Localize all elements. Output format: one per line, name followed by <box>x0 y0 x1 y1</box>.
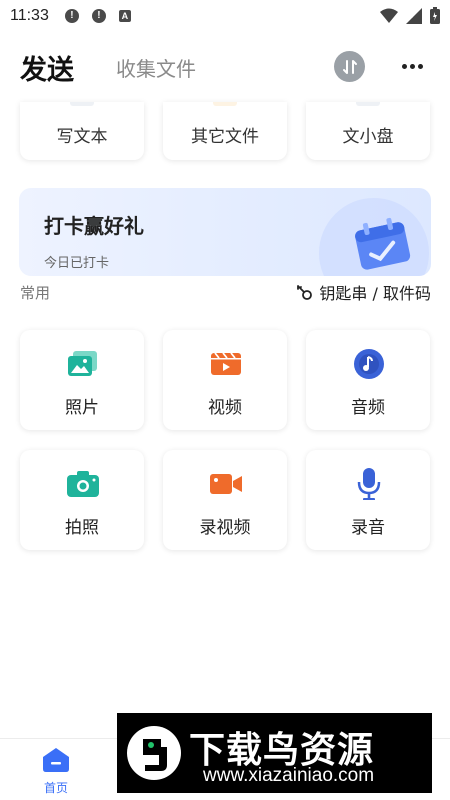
transfer-sort-icon <box>342 59 357 74</box>
banner-title: 打卡赢好礼 <box>44 214 144 238</box>
wifi-icon <box>380 8 398 23</box>
video-icon <box>210 348 242 380</box>
nav-home[interactable]: 首页 <box>36 747 76 796</box>
signal-icon: x <box>406 7 422 24</box>
watermark-bird-logo <box>127 726 181 780</box>
music-note-icon <box>353 348 385 380</box>
banner-subtitle: 今日已打卡 <box>44 256 110 271</box>
calendar-check-icon <box>355 217 411 270</box>
audio-card[interactable]: 音频 <box>306 330 430 430</box>
card-icon-stub <box>213 102 237 106</box>
card-label: 照片 <box>65 398 99 418</box>
wen-xiaopan-card[interactable]: 文小盘 <box>306 102 430 160</box>
more-horizontal-icon <box>401 63 407 69</box>
status-bar: 11:33 ! ! A x <box>0 0 450 32</box>
card-label: 写文本 <box>56 127 108 147</box>
checkin-banner[interactable]: 打卡赢好礼 今日已打卡 <box>19 188 431 276</box>
take-photo-card[interactable]: 拍照 <box>20 450 144 550</box>
header: 发送 收集文件 <box>0 40 450 92</box>
card-icon-stub <box>356 102 380 106</box>
write-text-card[interactable]: 写文本 <box>20 102 144 160</box>
watermark-overlay: 下载鸟资源 www.xiazainiao.com <box>117 713 432 793</box>
card-label: 拍照 <box>65 518 99 538</box>
card-label: 录音 <box>351 518 385 538</box>
key-icon <box>297 285 313 300</box>
record-video-card[interactable]: 录视频 <box>163 450 287 550</box>
nav-home-label: 首页 <box>43 781 68 795</box>
record-audio-card[interactable]: 录音 <box>306 450 430 550</box>
alert-icon: ! <box>91 9 106 23</box>
video-camera-icon <box>210 468 242 500</box>
card-label: 录视频 <box>199 518 251 538</box>
tab-collect-files[interactable]: 收集文件 <box>116 53 196 82</box>
card-icon-stub <box>70 102 94 106</box>
other-files-card[interactable]: 其它文件 <box>163 102 287 160</box>
alert-icon: ! <box>64 9 79 23</box>
card-label: 视频 <box>208 398 242 418</box>
status-right-icons: x <box>380 7 440 24</box>
section-label-common: 常用 <box>20 284 51 302</box>
photo-card[interactable]: 照片 <box>20 330 144 430</box>
home-icon <box>43 748 69 772</box>
keychain-pickup-code-link[interactable]: 钥匙串 / 取件码 <box>295 280 431 304</box>
tab-send[interactable]: 发送 <box>20 48 74 87</box>
watermark-url: www.xiazainiao.com <box>203 765 375 786</box>
keychain-link-label: 钥匙串 / 取件码 <box>319 284 431 303</box>
card-label: 音频 <box>351 398 385 418</box>
battery-icon <box>430 7 440 24</box>
status-time: 11:33 <box>10 7 49 24</box>
a-box-icon: A <box>118 10 131 22</box>
photo-icon <box>67 348 99 380</box>
more-button[interactable] <box>397 52 427 80</box>
card-label: 其它文件 <box>191 127 259 147</box>
transfer-sort-button[interactable] <box>334 51 365 82</box>
microphone-icon <box>353 468 385 500</box>
video-card[interactable]: 视频 <box>163 330 287 430</box>
svg-text:x: x <box>409 13 413 20</box>
card-label: 文小盘 <box>342 127 394 147</box>
camera-icon <box>67 468 99 500</box>
